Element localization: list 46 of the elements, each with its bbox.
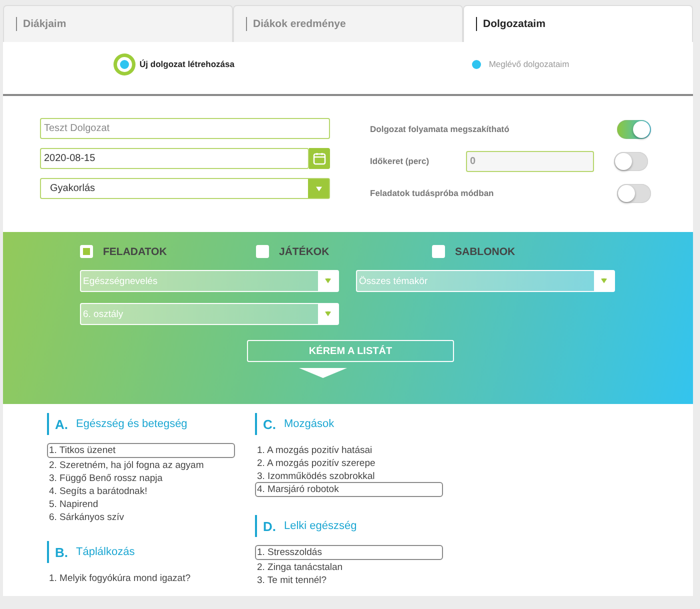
section-letter: A. bbox=[55, 416, 68, 432]
section-title: Lelki egészség bbox=[284, 520, 357, 532]
type-dropdown[interactable]: Gyakorlás bbox=[40, 178, 330, 199]
section-title: Mozgások bbox=[284, 418, 334, 430]
section-title: Egészség és betegség bbox=[76, 418, 188, 430]
toggle-switch[interactable] bbox=[617, 120, 651, 138]
lesson-item[interactable]: 2. Szeretném, ha jól fogna az agyam bbox=[47, 458, 235, 471]
step-label[interactable]: Új dolgozat létrehozása bbox=[140, 59, 234, 69]
option-label: Időkeret (perc) bbox=[370, 156, 430, 166]
calendar-icon bbox=[313, 152, 326, 165]
toggle-switch[interactable] bbox=[614, 152, 648, 170]
down-arrow-icon bbox=[299, 368, 347, 378]
checkbox[interactable] bbox=[256, 245, 269, 258]
lesson-item[interactable]: 3. Te mit tennél? bbox=[255, 573, 443, 586]
lesson-item[interactable]: 3. Függő Benő rossz napja bbox=[47, 471, 235, 484]
lesson-item[interactable]: 4. Segíts a barátodnak! bbox=[47, 484, 235, 497]
title-field[interactable]: Teszt Dolgozat bbox=[40, 118, 330, 139]
caret-icon bbox=[318, 304, 338, 324]
lesson-item[interactable]: 4. Marsjáró robotok bbox=[255, 482, 443, 497]
section-letter: C. bbox=[263, 416, 276, 432]
caret-icon bbox=[594, 271, 614, 291]
checkbox[interactable] bbox=[80, 245, 93, 258]
option-label: Dolgozat folyamata megszakítható bbox=[370, 124, 510, 134]
checkbox-label[interactable]: SABLONOK bbox=[455, 246, 516, 258]
lesson-item[interactable]: 3. Izomműködés szobrokkal bbox=[255, 469, 443, 482]
lesson-item[interactable]: 6. Sárkányos szív bbox=[47, 510, 235, 523]
lesson-item[interactable]: 1. Titkos üzenet bbox=[47, 443, 235, 458]
toggle-switch[interactable] bbox=[617, 184, 651, 202]
section-letter: B. bbox=[55, 544, 68, 560]
checkbox-label[interactable]: JÁTÉKOK bbox=[279, 246, 330, 258]
checkbox[interactable] bbox=[432, 245, 445, 258]
lesson-item[interactable]: 2. Zinga tanácstalan bbox=[255, 560, 443, 573]
lesson-item[interactable]: 5. Napirend bbox=[47, 497, 235, 510]
section-title: Táplálkozás bbox=[76, 546, 135, 558]
lesson-item[interactable]: 1. Stresszoldás bbox=[255, 545, 443, 560]
option-label: Feladatok tudáspróba módban bbox=[370, 188, 495, 198]
checkbox-label[interactable]: FELADATOK bbox=[103, 246, 167, 258]
caret-icon bbox=[318, 271, 338, 291]
section-letter: D. bbox=[263, 518, 276, 534]
lesson-item[interactable]: 2. A mozgás pozitív szerepe bbox=[255, 456, 443, 469]
tab[interactable]: Dolgozataim bbox=[463, 5, 693, 42]
calendar-button[interactable] bbox=[309, 148, 330, 169]
date-field[interactable]: 2020-08-15 bbox=[40, 148, 309, 169]
caret-icon bbox=[308, 179, 329, 198]
lesson-item[interactable]: 1. A mozgás pozitív hatásai bbox=[255, 443, 443, 456]
lesson-item[interactable]: 1. Melyik fogyókúra mond igazat? bbox=[47, 571, 235, 584]
